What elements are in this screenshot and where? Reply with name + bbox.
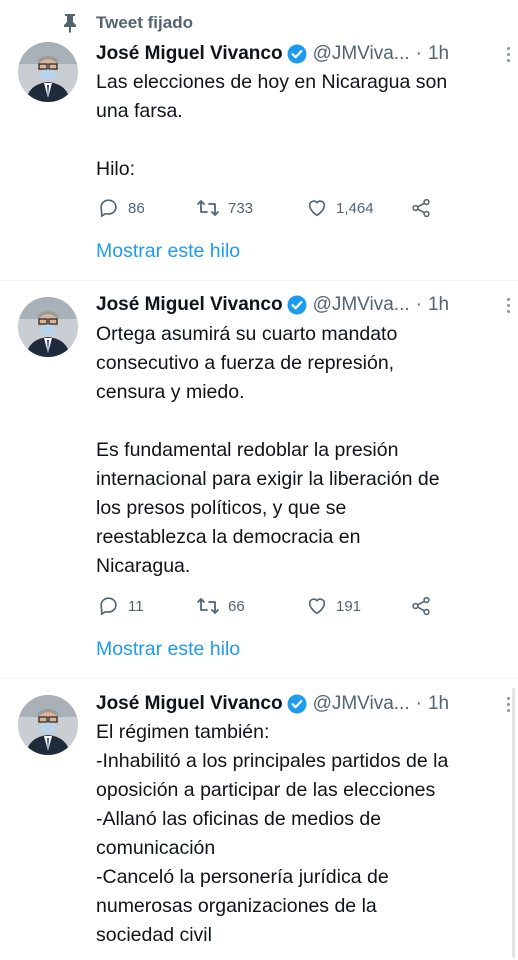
tweet-line: censura y miedo. xyxy=(96,381,245,403)
tweet-line: -Allanó las oficinas de medios de xyxy=(96,808,382,830)
pinned-label: Tweet fijado xyxy=(96,13,193,32)
tweet-header: José Miguel Vivanco @JMViva... · 1h xyxy=(96,291,512,319)
tweet-blank-line xyxy=(96,126,508,155)
tweet-line: oposición a participar de las elecciones xyxy=(96,779,436,801)
tweet-line: El régimen también: xyxy=(96,721,270,743)
tweet-text: Las elecciones de hoy en Nicaragua son u… xyxy=(96,68,508,184)
heart-icon xyxy=(308,200,326,217)
show-thread-link[interactable]: Mostrar este hilo xyxy=(96,240,240,263)
like-count: 1,464 xyxy=(336,199,374,217)
author-name[interactable]: José Miguel Vivanco xyxy=(96,43,283,65)
verified-badge-icon xyxy=(287,44,307,64)
tweet-blank-line xyxy=(96,407,508,436)
author-name[interactable]: José Miguel Vivanco xyxy=(96,693,283,715)
pinned-indicator: Tweet fijado xyxy=(62,12,193,34)
verified-badge-icon xyxy=(287,295,307,315)
share-button[interactable] xyxy=(410,197,440,219)
avatar[interactable] xyxy=(18,695,78,755)
like-button[interactable]: 191 xyxy=(306,595,410,617)
share-button[interactable] xyxy=(410,595,440,617)
tweet-actions: 11 66 191 xyxy=(98,593,448,619)
tweet-line: Hilo: xyxy=(96,158,136,180)
reply-icon xyxy=(100,597,117,616)
reply-count: 86 xyxy=(128,199,145,217)
tweet-line: los presos políticos, y que se xyxy=(96,497,347,519)
timestamp[interactable]: 1h xyxy=(428,294,449,316)
verified-badge-icon xyxy=(287,694,307,714)
tweet-text: Ortega asumirá su cuarto mandato consecu… xyxy=(96,320,508,581)
reply-icon xyxy=(100,199,117,218)
tweet-divider xyxy=(0,678,518,679)
like-count: 191 xyxy=(336,597,362,615)
retweet-count: 733 xyxy=(228,199,254,217)
retweet-count: 66 xyxy=(228,597,245,615)
tweet-text: El régimen también: -Inhabilitó a los pr… xyxy=(96,718,508,950)
retweet-button[interactable]: 733 xyxy=(196,197,306,219)
tweet-line: -Canceló la personería jurídica de xyxy=(96,866,389,888)
tweet-header: José Miguel Vivanco @JMViva... · 1h xyxy=(96,40,512,68)
author-handle[interactable]: @JMViva... xyxy=(313,43,410,65)
tweet-header: José Miguel Vivanco @JMViva... · 1h xyxy=(96,690,512,718)
scrollbar[interactable] xyxy=(512,688,515,958)
reply-count: 11 xyxy=(128,597,144,615)
heart-icon xyxy=(308,598,326,615)
tweet-line: numerosas organizaciones de la xyxy=(96,895,377,917)
tweet-line: Las elecciones de hoy en Nicaragua son xyxy=(96,71,448,93)
author-handle[interactable]: @JMViva... xyxy=(313,294,410,316)
separator-dot: · xyxy=(415,693,422,714)
retweet-button[interactable]: 66 xyxy=(196,595,306,617)
share-icon xyxy=(412,596,430,616)
reply-button[interactable]: 11 xyxy=(98,595,196,617)
share-icon xyxy=(412,198,430,218)
tweet-line: consecutivo a fuerza de represión, xyxy=(96,352,395,374)
more-options-icon[interactable] xyxy=(504,297,512,313)
retweet-icon xyxy=(197,598,219,614)
tweet-line: reestablezca la democracia en xyxy=(96,526,361,548)
more-options-icon[interactable] xyxy=(504,46,512,62)
timestamp[interactable]: 1h xyxy=(428,43,449,65)
like-button[interactable]: 1,464 xyxy=(306,197,410,219)
tweet-divider xyxy=(0,280,518,281)
tweet-line: una farsa. xyxy=(96,100,183,122)
tweet-line: comunicación xyxy=(96,837,216,859)
tweet-line: sociedad civil xyxy=(96,924,212,946)
avatar[interactable] xyxy=(18,42,78,102)
reply-button[interactable]: 86 xyxy=(98,197,196,219)
separator-dot: · xyxy=(415,43,422,64)
avatar[interactable] xyxy=(18,297,78,357)
show-thread-link[interactable]: Mostrar este hilo xyxy=(96,638,240,661)
tweet-line: internacional para exigir la liberación … xyxy=(96,468,440,490)
author-handle[interactable]: @JMViva... xyxy=(313,693,410,715)
author-name[interactable]: José Miguel Vivanco xyxy=(96,294,283,316)
timestamp[interactable]: 1h xyxy=(428,693,449,715)
separator-dot: · xyxy=(415,294,422,315)
pin-icon xyxy=(62,13,78,33)
tweet-line: Ortega asumirá su cuarto mandato xyxy=(96,323,398,345)
more-options-icon[interactable] xyxy=(504,696,512,712)
tweet-actions: 86 733 1,464 xyxy=(98,195,448,221)
retweet-icon xyxy=(197,200,219,216)
tweet-line: Es fundamental redoblar la presión xyxy=(96,439,399,461)
tweet-line: -Inhabilitó a los principales partidos d… xyxy=(96,750,449,772)
tweet-line: Nicaragua. xyxy=(96,555,191,577)
